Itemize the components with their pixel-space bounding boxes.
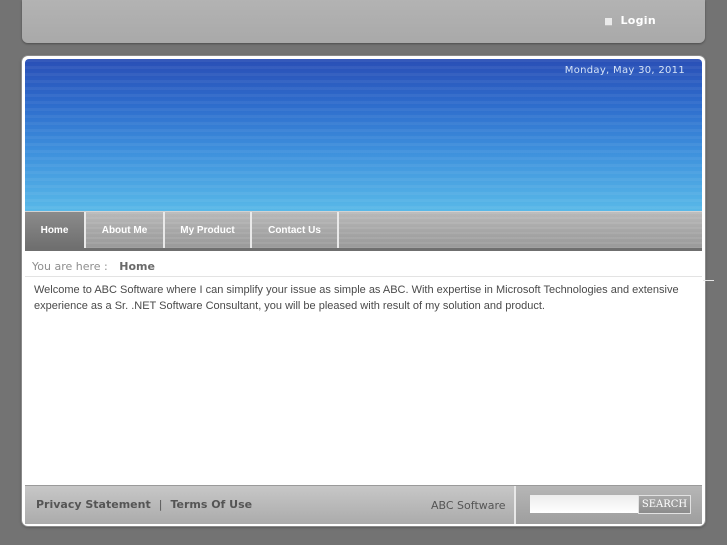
breadcrumb-divider (25, 276, 702, 277)
search-area: SEARCH (516, 486, 702, 524)
main-frame: Monday, May 30, 2011 Home About Me My Pr… (22, 56, 705, 526)
search-button[interactable]: SEARCH (638, 495, 691, 514)
top-bar: Login (22, 0, 705, 43)
footer: Privacy Statement | Terms Of Use ABC Softw… (25, 485, 702, 524)
breadcrumb: You are here : Home (32, 260, 155, 273)
footer-links: Privacy Statement | Terms Of Use (36, 498, 252, 511)
footer-brand: ABC Software (431, 499, 506, 512)
privacy-statement-link[interactable]: Privacy Statement (36, 498, 151, 511)
nav-item-my-product[interactable]: My Product (165, 212, 252, 248)
login-label: Login (620, 13, 656, 27)
search-input[interactable] (530, 495, 638, 513)
breadcrumb-prefix: You are here : (32, 260, 108, 273)
breadcrumb-current[interactable]: Home (119, 260, 155, 273)
welcome-text: Welcome to ABC Software where I can simp… (34, 284, 679, 312)
current-date: Monday, May 30, 2011 (564, 65, 685, 76)
nav-item-home[interactable]: Home (25, 212, 86, 248)
terms-of-use-link[interactable]: Terms Of Use (170, 498, 252, 511)
login-bullet-icon (605, 17, 613, 26)
footer-separator: | (158, 498, 163, 511)
login-link[interactable]: Login (605, 13, 656, 27)
nav-item-contact-us[interactable]: Contact Us (252, 212, 339, 248)
main-nav: Home About Me My Product Contact Us (25, 211, 702, 251)
nav-item-about-me[interactable]: About Me (86, 212, 165, 248)
header-banner: Monday, May 30, 2011 (25, 59, 702, 211)
side-decoration (703, 280, 714, 281)
